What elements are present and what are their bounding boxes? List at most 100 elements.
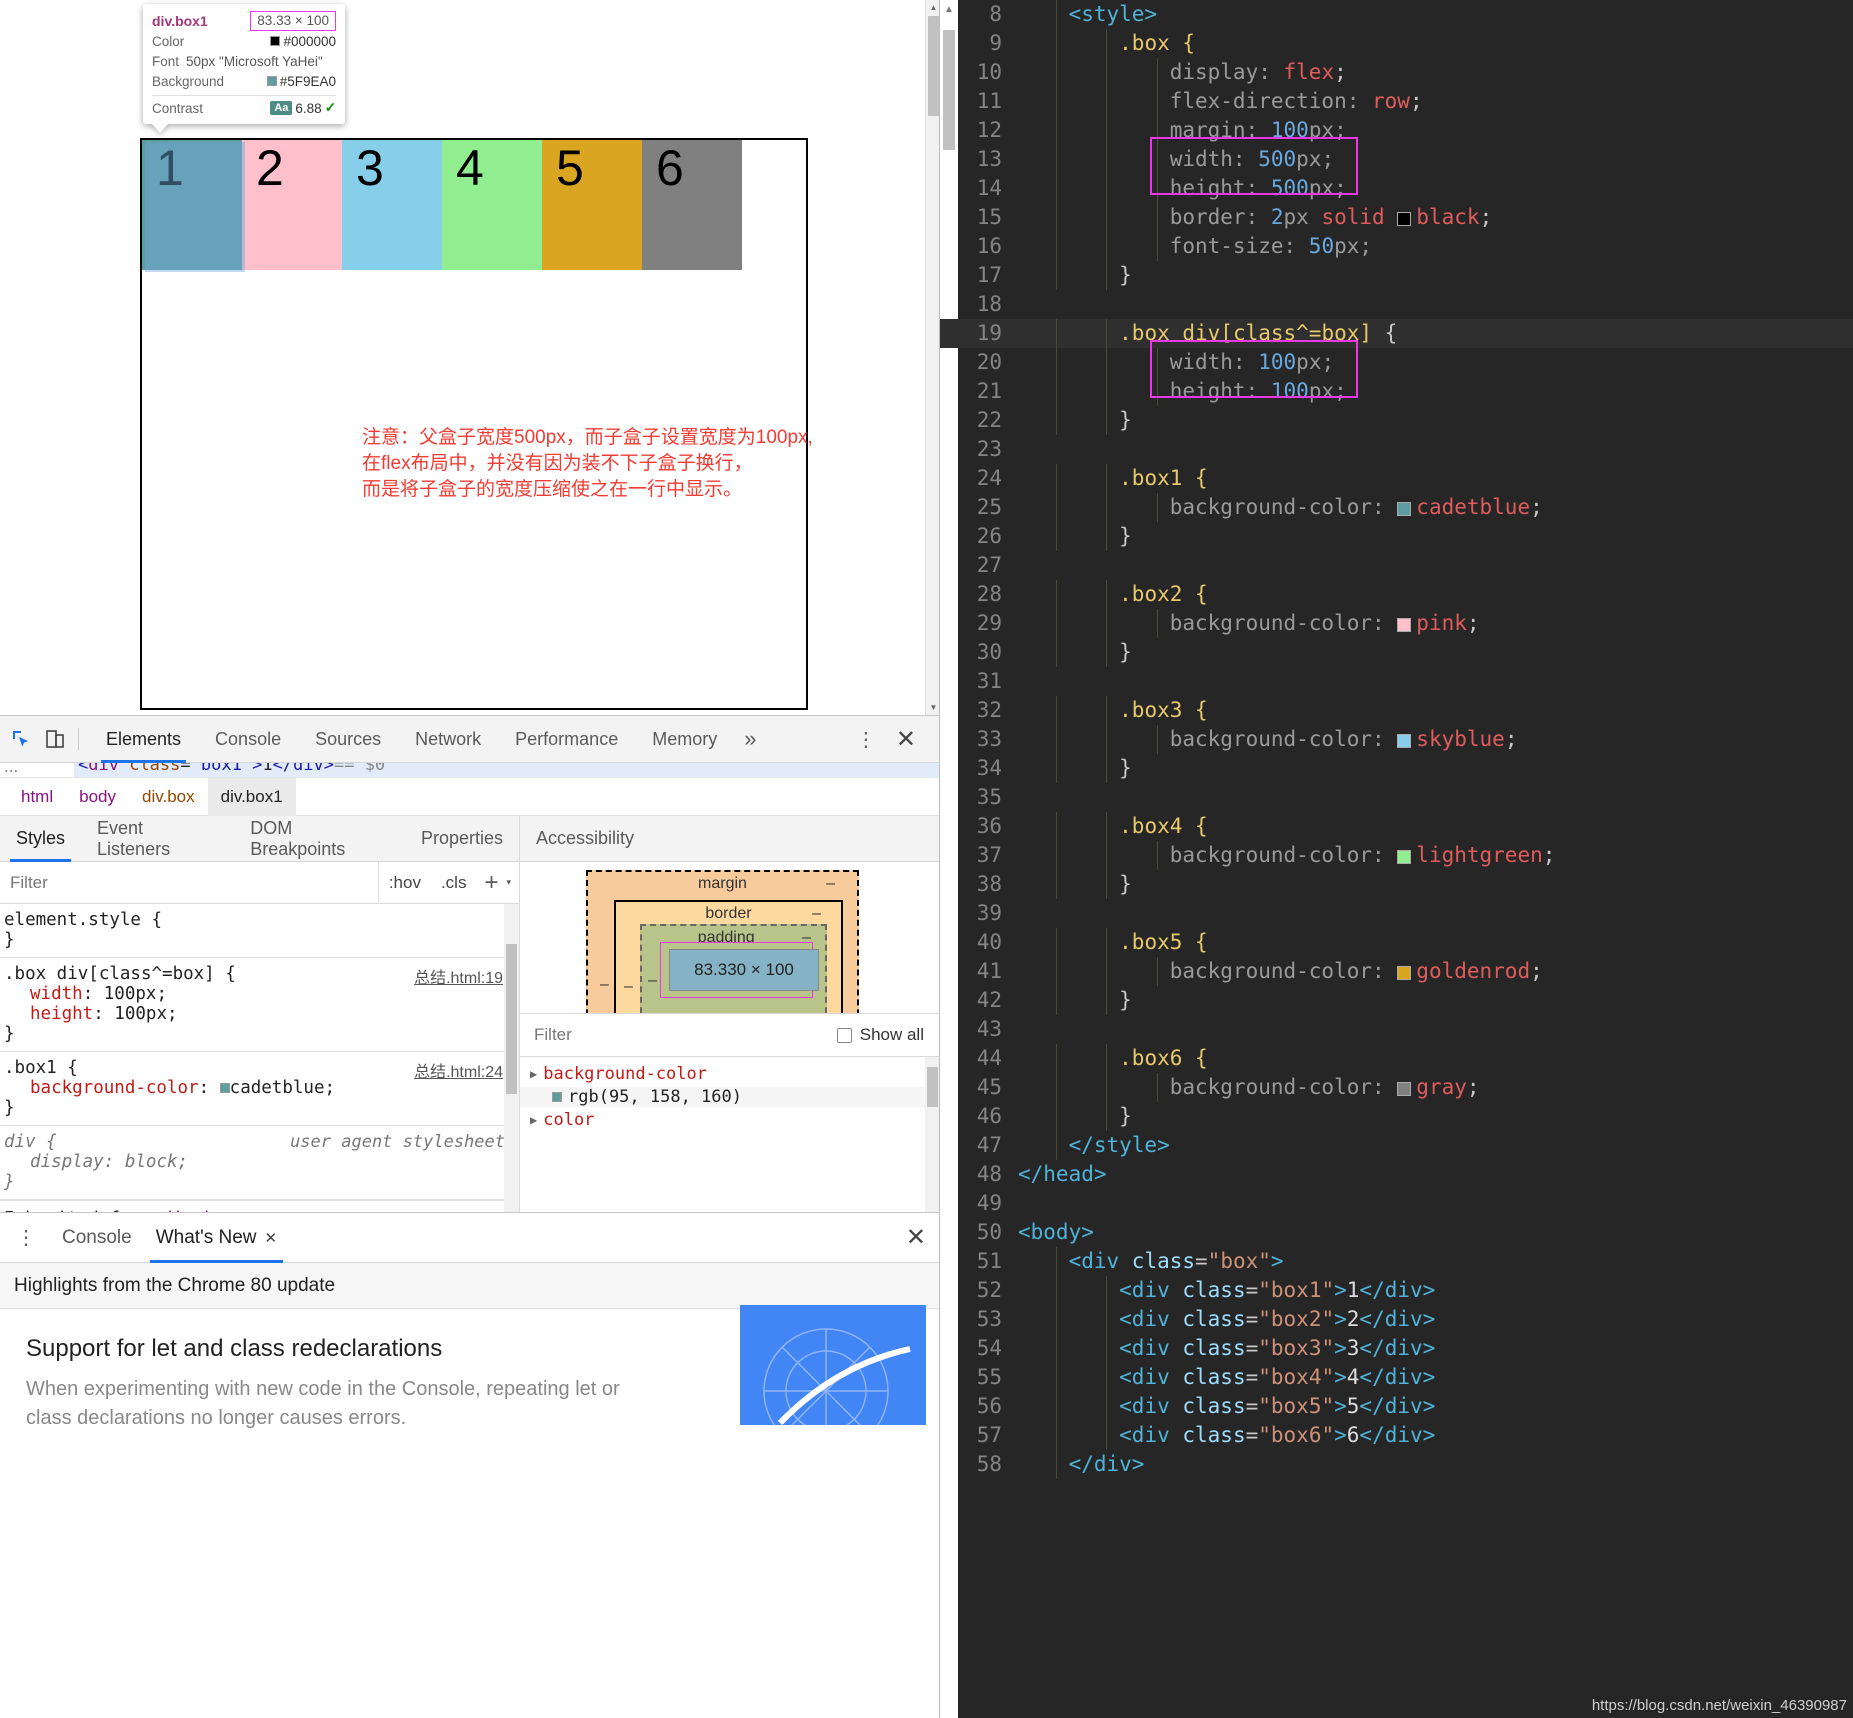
subtab-dom-breakpoints[interactable]: DOM Breakpoints <box>234 816 405 862</box>
color-swatch-icon[interactable] <box>1397 502 1412 516</box>
inspect-element-icon[interactable] <box>4 722 38 756</box>
declaration-display[interactable]: display: block; <box>4 1152 519 1172</box>
code-line[interactable]: 17 } <box>940 261 1853 290</box>
code-line[interactable]: 15 border: 2px solid black; <box>940 203 1853 232</box>
styles-scroll-thumb[interactable] <box>506 944 517 1094</box>
code-line[interactable]: 8 <style> <box>940 0 1853 29</box>
computed-row-background-color[interactable]: ▶ background-color <box>520 1061 939 1087</box>
code-line[interactable]: 34 } <box>940 754 1853 783</box>
code-line[interactable]: 23 <box>940 435 1853 464</box>
computed-scroll-thumb[interactable] <box>927 1067 938 1107</box>
tab-network[interactable]: Network <box>398 716 498 763</box>
code-line[interactable]: 42 } <box>940 986 1853 1015</box>
checkbox-icon[interactable] <box>836 1027 852 1043</box>
breadcrumb-div-box[interactable]: div.box <box>129 778 208 816</box>
style-rule-element-style[interactable]: element.style { } <box>0 904 519 958</box>
styles-scrollbar[interactable] <box>504 904 519 1212</box>
new-style-rule-icon[interactable]: + <box>476 869 506 897</box>
code-line[interactable]: 51 <div class="box"> <box>940 1247 1853 1276</box>
code-line[interactable]: 20 width: 100px; <box>940 348 1853 377</box>
code-line[interactable]: 54 <div class="box3">3</div> <box>940 1334 1853 1363</box>
code-line[interactable]: 9 .box { <box>940 29 1853 58</box>
close-drawer-icon[interactable]: ✕ <box>892 1223 939 1252</box>
code-line[interactable]: 36 .box4 { <box>940 812 1853 841</box>
border-left-value[interactable]: – <box>624 978 633 996</box>
color-swatch-icon[interactable] <box>1397 734 1412 748</box>
code-line[interactable]: 18 <box>940 290 1853 319</box>
code-line[interactable]: 47 </style> <box>940 1131 1853 1160</box>
style-rule-box-div[interactable]: .box div[class^=box] { 总结.html:19 width:… <box>0 958 519 1052</box>
subtab-event-listeners[interactable]: Event Listeners <box>81 816 234 862</box>
tab-sources[interactable]: Sources <box>298 716 398 763</box>
code-line[interactable]: 32 .box3 { <box>940 696 1853 725</box>
code-line[interactable]: 58 </div> <box>940 1450 1853 1479</box>
tab-memory[interactable]: Memory <box>635 716 734 763</box>
code-line[interactable]: 26 } <box>940 522 1853 551</box>
rule-source-link[interactable]: 总结.html:24 <box>414 1058 503 1082</box>
close-devtools-icon[interactable]: ✕ <box>886 725 926 754</box>
code-line[interactable]: 13 width: 500px; <box>940 145 1853 174</box>
code-line[interactable]: 22 } <box>940 406 1853 435</box>
tab-elements[interactable]: Elements <box>89 716 198 763</box>
subtab-styles[interactable]: Styles <box>0 816 81 862</box>
code-line[interactable]: 35 <box>940 783 1853 812</box>
hov-toggle[interactable]: :hov <box>379 873 431 893</box>
scroll-up-arrow-icon[interactable]: ▲ <box>926 0 939 15</box>
box-model-content[interactable]: 83.330 × 100 <box>660 942 819 998</box>
subtab-accessibility[interactable]: Accessibility <box>520 816 650 862</box>
device-toolbar-icon[interactable] <box>38 722 72 756</box>
color-swatch-icon[interactable] <box>1397 966 1412 980</box>
code-line[interactable]: 29 background-color: pink; <box>940 609 1853 638</box>
color-swatch-icon[interactable] <box>1397 1082 1412 1096</box>
code-line[interactable]: 33 background-color: skyblue; <box>940 725 1853 754</box>
code-line[interactable]: 19 .box div[class^=box] { <box>940 319 1853 348</box>
code-line[interactable]: 43 <box>940 1015 1853 1044</box>
border-right-value[interactable]: – <box>812 905 821 923</box>
code-line[interactable]: 37 background-color: lightgreen; <box>940 841 1853 870</box>
code-line[interactable]: 52 <div class="box1">1</div> <box>940 1276 1853 1305</box>
code-line[interactable]: 30 } <box>940 638 1853 667</box>
color-swatch-icon[interactable] <box>1397 212 1412 226</box>
padding-left-value[interactable]: – <box>648 972 657 990</box>
code-line[interactable]: 41 background-color: goldenrod; <box>940 957 1853 986</box>
breadcrumb-div-box1[interactable]: div.box1 <box>207 777 296 816</box>
code-line[interactable]: 39 <box>940 899 1853 928</box>
viewport-scrollbar[interactable]: ▲ ▼ <box>925 0 939 715</box>
cls-toggle[interactable]: .cls <box>431 873 477 893</box>
computed-scrollbar[interactable] <box>925 1057 939 1212</box>
close-tab-icon[interactable]: ✕ <box>264 1229 277 1247</box>
code-line[interactable]: 10 display: flex; <box>940 58 1853 87</box>
style-rule-box1[interactable]: .box1 { 总结.html:24 background-color: cad… <box>0 1052 519 1126</box>
code-line[interactable]: 53 <div class="box2">2</div> <box>940 1305 1853 1334</box>
source-code-lines[interactable]: 8 <style> 9 .box {10 display: flex; 11 fle… <box>940 0 1853 1479</box>
code-line[interactable]: 40 .box5 { <box>940 928 1853 957</box>
code-line[interactable]: 28 .box2 { <box>940 580 1853 609</box>
code-line[interactable]: 57 <div class="box6">6</div> <box>940 1421 1853 1450</box>
code-line[interactable]: 21 height: 100px; <box>940 377 1853 406</box>
chevron-down-icon[interactable]: ▾ <box>506 877 519 888</box>
rule-source-link[interactable]: 总结.html:19 <box>414 964 503 988</box>
dom-ellipsis[interactable]: ... <box>4 763 18 777</box>
code-line[interactable]: 44 .box6 { <box>940 1044 1853 1073</box>
color-swatch-icon[interactable] <box>219 1083 230 1093</box>
code-line[interactable]: 50 <body> <box>940 1218 1853 1247</box>
code-line[interactable]: 31 <box>940 667 1853 696</box>
code-line[interactable]: 48 </head> <box>940 1160 1853 1189</box>
breadcrumb-body[interactable]: body <box>66 778 129 816</box>
margin-right-value[interactable]: – <box>826 875 835 893</box>
code-line[interactable]: 56 <div class="box5">5</div> <box>940 1392 1853 1421</box>
declaration-height[interactable]: height: 100px; <box>4 1004 519 1024</box>
box-model-padding[interactable]: padding – – – 83.330 × 100 <box>640 924 827 1013</box>
drawer-tab-console[interactable]: Console <box>50 1213 144 1263</box>
scroll-down-arrow-icon[interactable]: ▼ <box>926 700 939 715</box>
expand-triangle-icon[interactable]: ▶ <box>530 1113 537 1127</box>
code-line[interactable]: 25 background-color: cadetblue; <box>940 493 1853 522</box>
style-rule-div-ua[interactable]: div { user agent stylesheet display: blo… <box>0 1126 519 1200</box>
code-line[interactable]: 49 <box>940 1189 1853 1218</box>
code-line[interactable]: 16 font-size: 50px; <box>940 232 1853 261</box>
code-line[interactable]: 55 <div class="box4">4</div> <box>940 1363 1853 1392</box>
drawer-menu-icon[interactable]: ⋮ <box>0 1225 50 1250</box>
tab-performance[interactable]: Performance <box>498 716 635 763</box>
code-line[interactable]: 12 margin: 100px; <box>940 116 1853 145</box>
more-tabs-icon[interactable]: » <box>734 726 766 752</box>
